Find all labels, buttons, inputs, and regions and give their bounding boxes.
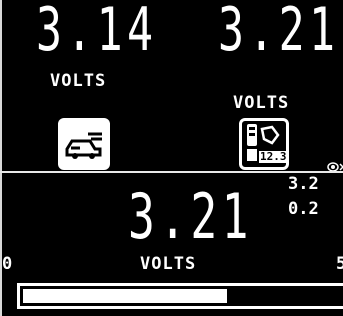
main-voltage-readout: 3.21: [128, 186, 253, 248]
top-right-voltage-value: 3.21: [218, 0, 340, 65]
voltmeter-screen: 3.14 VOLTS 3.21 VOLTS 12.3 3.2 0.2 3.21 …: [0, 0, 343, 316]
top-right-voltage-readout: 3.21: [218, 0, 339, 60]
main-voltage-unit: VOLTS: [140, 254, 197, 274]
main-voltage-value: 3.21: [128, 180, 253, 253]
voltage-progress-bar: [17, 283, 343, 309]
section-divider: [0, 171, 343, 173]
top-left-voltage-readout: 3.14: [36, 0, 157, 60]
car-battery-icon[interactable]: [58, 118, 110, 170]
battery-icon-value: 12.3: [259, 150, 288, 163]
eye-indicator-icon: [327, 157, 343, 172]
top-left-voltage-unit: VOLTS: [50, 71, 107, 91]
voltage-progress-fill: [23, 289, 227, 303]
car-icon-graphic: [65, 132, 102, 159]
top-right-voltage-unit: VOLTS: [233, 93, 290, 113]
scale-max-label: 5: [336, 254, 343, 274]
battery-cell-icon[interactable]: 12.3: [239, 118, 289, 170]
scale-min-label: 0: [2, 254, 13, 274]
top-left-voltage-value: 3.14: [36, 0, 158, 65]
side-reading-2: 0.2: [288, 199, 319, 219]
side-reading-1: 3.2: [288, 174, 319, 194]
